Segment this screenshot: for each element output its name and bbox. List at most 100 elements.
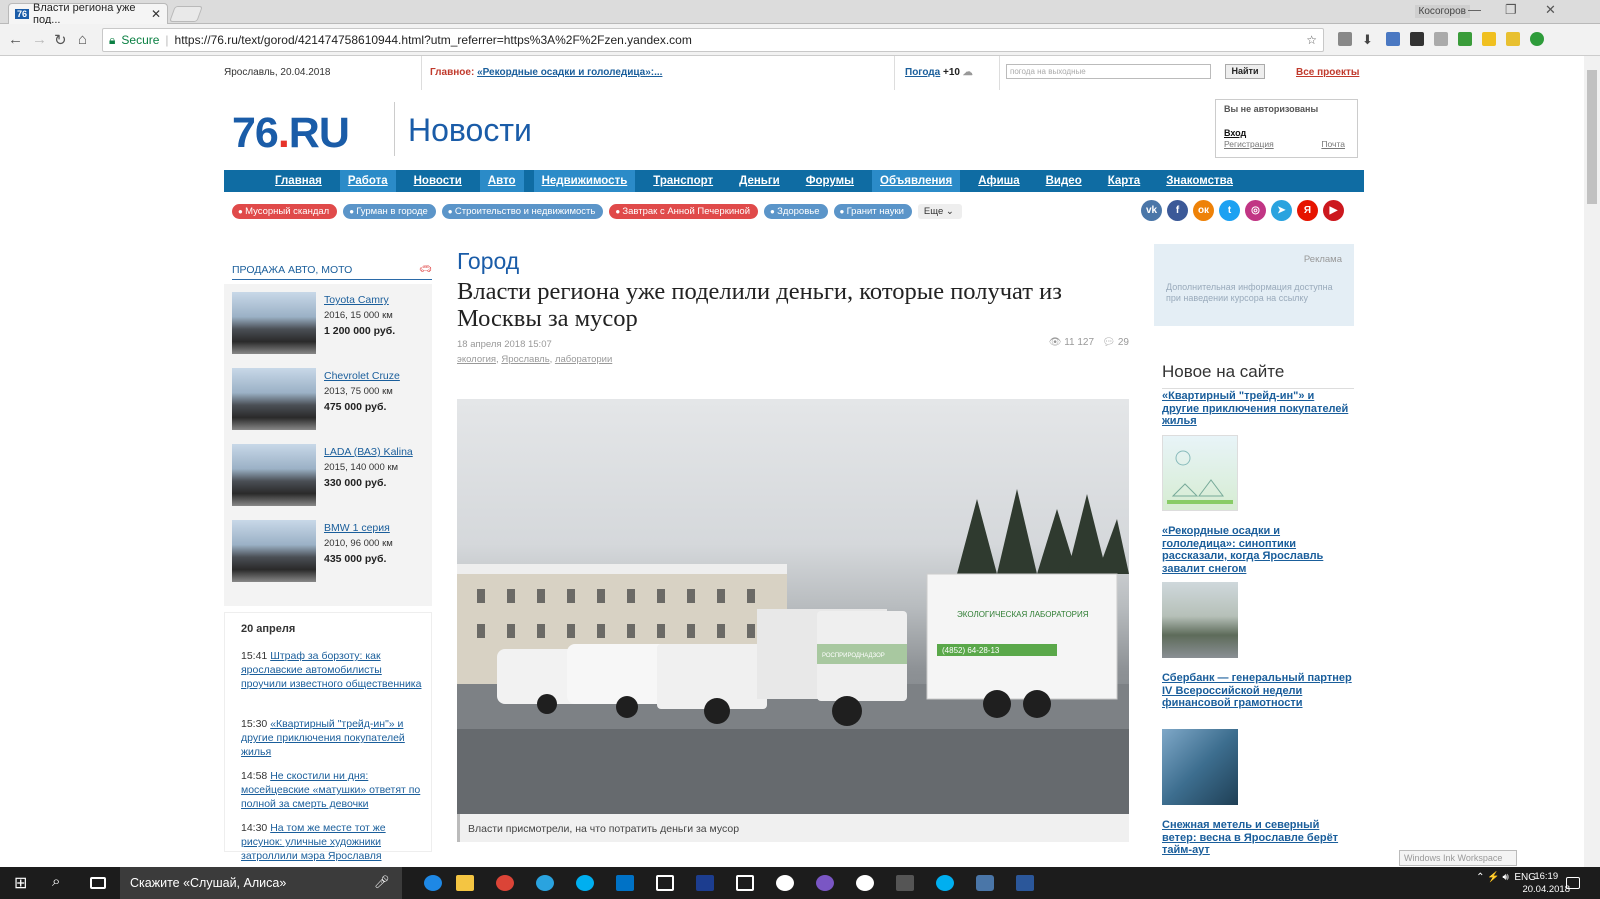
nav-item-money[interactable]: Деньги: [731, 170, 788, 192]
article-tag[interactable]: лаборатории: [555, 354, 612, 365]
extension-icon[interactable]: [1458, 32, 1472, 46]
news-feed-link[interactable]: Штраф за борзоту: как ярославские автомо…: [241, 650, 421, 690]
nav-item-news[interactable]: Новости: [406, 170, 470, 192]
ad-block[interactable]: Реклама Дополнительная информация доступ…: [1154, 244, 1354, 326]
windows-start-icon[interactable]: ⊞: [14, 873, 32, 892]
more-tags-button[interactable]: Еще ⌄: [917, 203, 962, 219]
scrollbar-thumb[interactable]: [1587, 70, 1597, 204]
nav-item-video[interactable]: Видео: [1038, 170, 1090, 192]
address-bar[interactable]: 🔒︎ Secure | https://76.ru/text/gorod/421…: [102, 28, 1324, 52]
close-tab-icon[interactable]: ✕: [151, 7, 161, 21]
nav-item-map[interactable]: Карта: [1100, 170, 1148, 192]
powershell-icon[interactable]: [696, 875, 714, 891]
close-window-icon[interactable]: ✕: [1545, 2, 1556, 18]
comment-icon[interactable]: 💬︎: [1102, 337, 1115, 348]
window-icon[interactable]: [736, 875, 754, 891]
file-explorer-icon[interactable]: [456, 875, 474, 891]
new-on-site-link[interactable]: Сбербанк — генеральный партнер IV Всерос…: [1162, 672, 1352, 709]
nav-item-afisha[interactable]: Афиша: [970, 170, 1027, 192]
microphone-icon[interactable]: 🎤︎: [374, 875, 390, 890]
new-on-site-link[interactable]: Снежная метель и северный ветер: весна в…: [1162, 819, 1338, 856]
new-on-site-image[interactable]: [1162, 582, 1238, 658]
car-name[interactable]: Chevrolet Cruze: [324, 370, 400, 382]
extension-icon[interactable]: [1506, 32, 1520, 46]
topic-tag[interactable]: ● Здоровье: [764, 203, 828, 219]
car-photo[interactable]: [232, 368, 316, 430]
car-name[interactable]: Toyota Camry: [324, 294, 389, 306]
minimize-window-icon[interactable]: —: [1468, 2, 1481, 17]
windows-ink-workspace[interactable]: Windows Ink Workspace: [1399, 850, 1517, 866]
article-photo[interactable]: ЭКОЛОГИЧЕСКАЯ ЛАБОРАТОРИЯ (4852) 64-28-1…: [457, 399, 1129, 814]
remote-desktop-icon[interactable]: [656, 875, 674, 891]
register-link[interactable]: Регистрация: [1224, 139, 1274, 149]
twitter-icon[interactable]: t: [1219, 200, 1240, 221]
odnoklassniki-icon[interactable]: ок: [1193, 200, 1214, 221]
topic-tag[interactable]: ● Мусорный скандал: [232, 203, 338, 219]
outlook-icon[interactable]: [616, 875, 634, 891]
car-listing[interactable]: Toyota Camry 2016, 15 000 км 1 200 000 р…: [232, 292, 428, 356]
yandex-icon[interactable]: Я: [1297, 200, 1318, 221]
home-icon[interactable]: ⌂: [78, 31, 87, 48]
yandex-browser-icon[interactable]: [776, 875, 794, 891]
nav-item-auto[interactable]: Авто: [479, 170, 524, 192]
mail-link[interactable]: Почта: [1321, 139, 1345, 149]
car-listing[interactable]: BMW 1 серия 2010, 96 000 км 435 000 руб.: [232, 520, 428, 584]
car-photo[interactable]: [232, 444, 316, 506]
facebook-icon[interactable]: f: [1167, 200, 1188, 221]
task-view-icon[interactable]: [90, 877, 106, 889]
edge-icon[interactable]: [424, 875, 442, 891]
topic-tag[interactable]: ● Гурман в городе: [343, 203, 436, 219]
new-on-site-link[interactable]: «Рекордные осадки и гололедица»: синопти…: [1162, 525, 1323, 575]
topic-tag[interactable]: ● Гранит науки: [833, 203, 912, 219]
article-tag[interactable]: экология: [457, 354, 496, 365]
all-projects-link[interactable]: Все проекты: [1296, 67, 1359, 78]
telegram-icon[interactable]: [536, 875, 554, 891]
browser-tab-active[interactable]: 76 Власти региона уже под... ✕: [8, 2, 168, 26]
nav-item-transport[interactable]: Транспорт: [645, 170, 721, 192]
slack-icon[interactable]: [856, 875, 874, 891]
notifications-icon[interactable]: [1566, 877, 1580, 889]
youtube-icon[interactable]: ▶: [1323, 200, 1344, 221]
site-logo[interactable]: 76.RU: [232, 109, 350, 158]
cortana-search-box[interactable]: Скажите «Слушай, Алиса» 🎤︎: [120, 867, 402, 899]
word-icon[interactable]: [1016, 875, 1034, 891]
vk-icon[interactable]: vk: [1141, 200, 1162, 221]
page-scrollbar[interactable]: [1584, 56, 1600, 867]
nav-item-realty[interactable]: Недвижимость: [533, 170, 636, 192]
main-headline-link[interactable]: «Рекордные осадки и гололедица»:...: [477, 67, 662, 78]
window-user-profile[interactable]: Косогоров: [1414, 5, 1470, 18]
pocket-icon[interactable]: [1410, 32, 1424, 46]
news-feed-link[interactable]: Не скостили ни дня: мосейцевские «матушк…: [241, 770, 420, 810]
instagram-icon[interactable]: ◎: [1245, 200, 1266, 221]
taskbar-clock[interactable]: 16:19 20.04.2018: [1522, 870, 1570, 896]
lamp-icon[interactable]: [1482, 32, 1496, 46]
car-listing[interactable]: LADA (ВАЗ) Kalina 2015, 140 000 км 330 0…: [232, 444, 428, 508]
cars-heading[interactable]: ПРОДАЖА АВТО, МОТО 🚗︎: [232, 264, 432, 280]
car-photo[interactable]: [232, 292, 316, 354]
telegram-icon[interactable]: ➤: [1271, 200, 1292, 221]
reload-icon[interactable]: ↻: [54, 31, 67, 49]
new-on-site-link[interactable]: «Квартирный "трейд-ин"» и другие приключ…: [1162, 390, 1348, 427]
topic-tag[interactable]: ● Завтрак с Анной Печеркиной: [609, 203, 759, 219]
weather-link[interactable]: Погода: [905, 67, 940, 78]
nav-item-jobs[interactable]: Работа: [339, 170, 396, 192]
comments-count[interactable]: 29: [1118, 337, 1129, 348]
terminal-icon[interactable]: [896, 875, 914, 891]
translate-icon[interactable]: [1386, 32, 1400, 46]
nav-item-main[interactable]: Главная: [267, 170, 330, 192]
car-name[interactable]: LADA (ВАЗ) Kalina: [324, 446, 413, 458]
search-button[interactable]: Найти: [1225, 64, 1265, 79]
nav-item-forums[interactable]: Форумы: [798, 170, 862, 192]
bookmark-star-icon[interactable]: ☆: [1306, 33, 1317, 47]
login-link[interactable]: Вход: [1224, 128, 1349, 138]
new-tab-button[interactable]: [169, 6, 203, 22]
nav-item-dating[interactable]: Знакомства: [1158, 170, 1241, 192]
new-on-site-image[interactable]: [1162, 729, 1238, 805]
maximize-window-icon[interactable]: ❐: [1505, 2, 1517, 18]
article-tag[interactable]: Ярославль: [501, 354, 549, 365]
skype-icon[interactable]: [576, 875, 594, 891]
extension-icon[interactable]: [1530, 32, 1544, 46]
car-photo[interactable]: [232, 520, 316, 582]
search-input[interactable]: погода на выходные: [1006, 64, 1211, 79]
search-icon[interactable]: ⌕: [52, 873, 70, 890]
